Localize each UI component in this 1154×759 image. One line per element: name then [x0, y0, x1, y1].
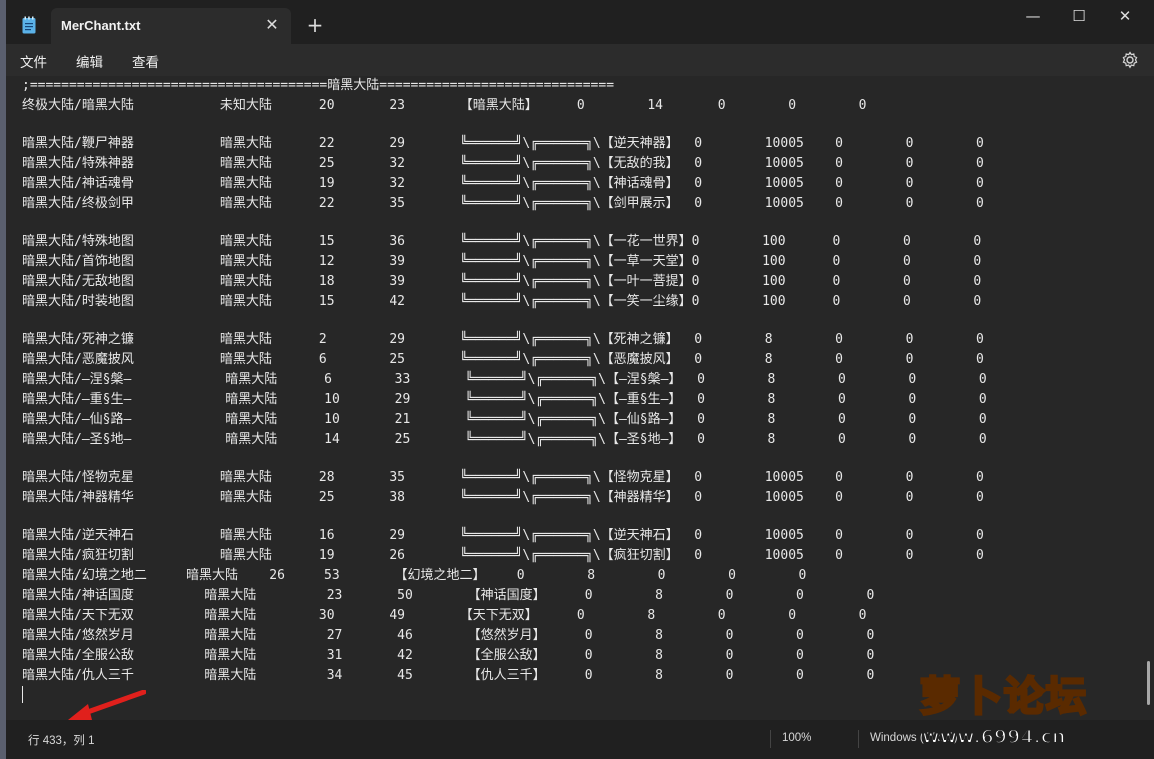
- text-line: 暗黑大陆/仇人三千 暗黑大陆 34 45 【仇人三千】 0 8 0 0 0: [22, 668, 875, 683]
- text-line: 暗黑大陆/—涅§槃— 暗黑大陆 6 33 ╚══════╝\╔══════╗\【…: [22, 372, 987, 387]
- text-line: 暗黑大陆/神器精华 暗黑大陆 25 38 ╚══════╝\╔══════╗\【…: [22, 490, 984, 505]
- maximize-button[interactable]: ☐: [1056, 0, 1102, 32]
- tab-merchant-txt[interactable]: MerChant.txt ✕: [51, 8, 291, 44]
- text-line: 暗黑大陆/特殊地图 暗黑大陆 15 36 ╚══════╝\╔══════╗\【…: [22, 234, 982, 249]
- minimize-button[interactable]: —: [1010, 0, 1056, 32]
- text-line: 暗黑大陆/—仙§路— 暗黑大陆 10 21 ╚══════╝\╔══════╗\…: [22, 412, 987, 427]
- text-cursor: [22, 686, 23, 703]
- text-line: 暗黑大陆/幻境之地二 暗黑大陆 26 53 【幻境之地二】 0 8 0 0 0: [22, 568, 807, 583]
- tab-title: MerChant.txt: [61, 18, 141, 33]
- text-line: 暗黑大陆/恶魔披风 暗黑大陆 6 25 ╚══════╝\╔══════╗\【恶…: [22, 352, 984, 367]
- menu-bar: 文件 编辑 查看: [6, 44, 1154, 76]
- settings-gear-icon[interactable]: [1120, 50, 1140, 70]
- status-divider: [858, 730, 859, 748]
- watermark-url: www.6994.cn: [921, 725, 1067, 749]
- text-line: 暗黑大陆/—圣§地— 暗黑大陆 14 25 ╚══════╝\╔══════╗\…: [22, 432, 987, 447]
- notepad-icon: [22, 16, 36, 34]
- vertical-scrollbar[interactable]: [1147, 661, 1150, 705]
- text-line: 暗黑大陆/疯狂切割 暗黑大陆 19 26 ╚══════╝\╔══════╗\【…: [22, 548, 984, 563]
- text-line: 暗黑大陆/鞭尸神器 暗黑大陆 22 29 ╚══════╝\╔══════╗\【…: [22, 136, 984, 151]
- text-line: 暗黑大陆/逆天神石 暗黑大陆 16 29 ╚══════╝\╔══════╗\【…: [22, 528, 984, 543]
- notepad-window: MerChant.txt ✕ + — ☐ ✕ 文件 编辑 查看 ;=======…: [6, 0, 1154, 759]
- text-line: 暗黑大陆/首饰地图 暗黑大陆 12 39 ╚══════╝\╔══════╗\【…: [22, 254, 982, 269]
- menu-edit[interactable]: 编辑: [76, 51, 103, 71]
- text-line: 暗黑大陆/怪物克星 暗黑大陆 28 35 ╚══════╝\╔══════╗\【…: [22, 470, 984, 485]
- watermark-title: 萝卜论坛: [919, 673, 1088, 722]
- text-line: 暗黑大陆/死神之镰 暗黑大陆 2 29 ╚══════╝\╔══════╗\【死…: [22, 332, 984, 347]
- text-line: 暗黑大陆/神话国度 暗黑大陆 23 50 【神话国度】 0 8 0 0 0: [22, 588, 875, 603]
- text-line: 暗黑大陆/—重§生— 暗黑大陆 10 29 ╚══════╝\╔══════╗\…: [22, 392, 987, 407]
- text-line: 暗黑大陆/时装地图 暗黑大陆 15 42 ╚══════╝\╔══════╗\【…: [22, 294, 982, 309]
- red-arrow-annotation-icon: [68, 690, 146, 720]
- text-line: 暗黑大陆/神话魂骨 暗黑大陆 19 32 ╚══════╝\╔══════╗\【…: [22, 176, 984, 191]
- text-line: 暗黑大陆/无敌地图 暗黑大陆 18 39 ╚══════╝\╔══════╗\【…: [22, 274, 982, 289]
- text-editor-area[interactable]: ;======================================暗…: [6, 76, 1154, 720]
- text-line: 暗黑大陆/终极剑甲 暗黑大陆 22 35 ╚══════╝\╔══════╗\【…: [22, 196, 984, 211]
- new-tab-button[interactable]: +: [304, 14, 326, 36]
- text-line: ;======================================暗…: [22, 78, 615, 93]
- menu-file[interactable]: 文件: [20, 51, 47, 71]
- title-bar: MerChant.txt ✕ + — ☐ ✕: [6, 0, 1154, 44]
- tab-close-icon[interactable]: ✕: [261, 14, 283, 36]
- watermark-logo: 萝卜论坛 www.6994.cn: [900, 660, 1140, 756]
- text-line: 暗黑大陆/悠然岁月 暗黑大陆 27 46 【悠然岁月】 0 8 0 0 0: [22, 628, 875, 643]
- zoom-level[interactable]: 100%: [782, 732, 811, 744]
- status-divider: [770, 730, 771, 748]
- text-line: 暗黑大陆/全服公敌 暗黑大陆 31 42 【全服公敌】 0 8 0 0 0: [22, 648, 875, 663]
- menu-view[interactable]: 查看: [132, 51, 159, 71]
- text-line: 暗黑大陆/特殊神器 暗黑大陆 25 32 ╚══════╝\╔══════╗\【…: [22, 156, 984, 171]
- close-button[interactable]: ✕: [1102, 0, 1148, 32]
- text-line: 暗黑大陆/天下无双 暗黑大陆 30 49 【天下无双】 0 8 0 0 0: [22, 608, 867, 623]
- text-line: 终极大陆/暗黑大陆 未知大陆 20 23 【暗黑大陆】 0 14 0 0 0: [22, 98, 867, 113]
- cursor-position[interactable]: 行 433，列 1: [28, 732, 94, 748]
